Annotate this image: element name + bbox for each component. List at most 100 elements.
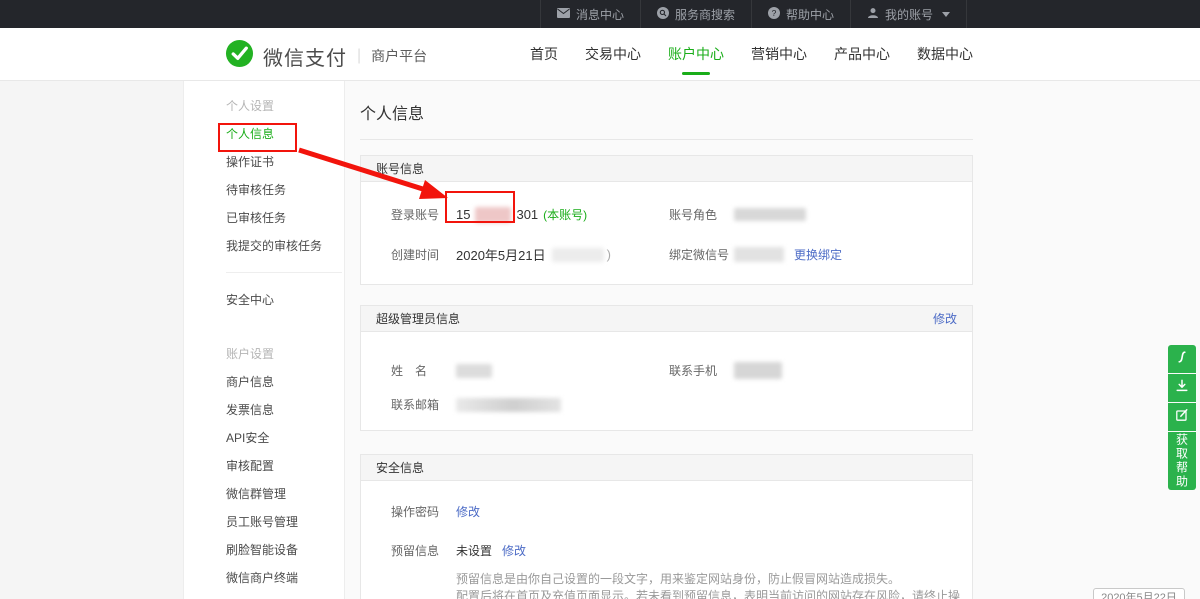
operation-password-label: 操作密码 [391,503,456,520]
sidebar-item-merchant-info[interactable]: 商户信息 [184,368,344,396]
created-time-label: 创建时间 [391,246,456,263]
rebind-wechat-link[interactable]: 更换绑定 [794,246,842,263]
login-account-prefix: 15 [456,207,470,222]
sidebar-item-review-config[interactable]: 审核配置 [184,452,344,480]
created-date: 2020年5月21日 [456,245,546,264]
login-account-suffix: 301 [516,207,538,222]
reserved-info-description: 预留信息是由你自己设置的一段文字，用来鉴定网站身份，防止假冒网站造成损失。 配置… [456,571,972,599]
sidebar-item-personal-info[interactable]: 个人信息 [184,120,344,148]
brand-separator: | [357,47,361,65]
topbar-item-label: 服务商搜索 [675,6,735,23]
sidebar-item-wechat-group-management[interactable]: 微信群管理 [184,480,344,508]
redacted-account-role [734,208,806,221]
account-info-card: 账号信息 登录账号 15 301 (本账号) [360,155,973,285]
sidebar-item-operation-certificate[interactable]: 操作证书 [184,148,344,176]
chevron-down-icon [942,12,950,17]
utility-topbar: 消息中心 服务商搜索 ? 帮助中心 我的账号 [0,0,1200,28]
created-time-value: 2020年5月21日 ) [456,245,611,264]
wechat-pay-logo-icon [225,39,254,73]
svg-text:?: ? [772,8,777,18]
wechat-pay-merchant-platform-page: 消息中心 服务商搜索 ? 帮助中心 我的账号 微信支付 [0,0,1200,599]
modify-reserved-info-link[interactable]: 修改 [502,542,526,559]
floating-toolbar: 获取帮助 [1168,345,1196,490]
envelope-icon [557,7,570,21]
topbar-item-label: 我的账号 [885,6,933,23]
user-icon [867,7,879,22]
contact-email-label: 联系邮箱 [391,396,456,413]
reserved-info-label: 预留信息 [391,542,456,559]
contact-phone-label: 联系手机 [669,362,734,379]
section-title: 超级管理员信息 [376,310,460,327]
main-header: 微信支付 | 商户平台 首页 交易中心 账户中心 营销中心 产品中心 数据中心 [0,28,1200,81]
modify-admin-link[interactable]: 修改 [933,310,957,327]
login-account-value: 15 301 [456,207,538,223]
admin-name-label: 姓 名 [391,362,456,379]
search-circle-icon [657,7,669,22]
topbar-item-label: 帮助中心 [786,6,834,23]
get-help-button[interactable]: 获取帮助 [1168,432,1196,490]
sidebar-group-personal-settings: 个人设置 [184,92,344,120]
redacted-login-digits [475,207,511,223]
reserved-info-value: 未设置 [456,542,492,559]
nav-item-product-center[interactable]: 产品中心 [834,28,890,80]
super-admin-card: 超级管理员信息 修改 姓 名 联系手机 [360,305,973,431]
feedback-button[interactable] [1168,403,1196,431]
sidebar-divider [226,272,342,273]
sidebar-item-face-smart-device[interactable]: 刷脸智能设备 [184,536,344,564]
nav-item-marketing-center[interactable]: 营销中心 [751,28,807,80]
redacted-contact-email [456,398,561,412]
brand[interactable]: 微信支付 | 商户平台 [225,39,427,73]
brand-name: 微信支付 [263,42,347,71]
topbar-item-message-center[interactable]: 消息中心 [540,0,640,28]
title-divider [360,139,973,140]
current-account-tag: (本账号) [543,206,587,223]
super-admin-card-header: 超级管理员信息 修改 [361,306,972,332]
nav-item-home[interactable]: 首页 [530,28,558,80]
nav-item-account-center[interactable]: 账户中心 [668,28,724,80]
redacted-created-time [552,248,604,262]
topbar-item-help-center[interactable]: ? 帮助中心 [751,0,850,28]
download-icon [1174,378,1190,399]
sidebar-item-wechat-merchant-terminal[interactable]: 微信商户终端 [184,564,344,592]
link-button[interactable] [1168,345,1196,373]
redacted-contact-phone [734,362,782,379]
nav-item-transaction-center[interactable]: 交易中心 [585,28,641,80]
redacted-admin-name [456,364,492,378]
nav-item-data-center[interactable]: 数据中心 [917,28,973,80]
question-circle-icon: ? [768,7,780,22]
link-icon [1174,349,1190,370]
download-button[interactable] [1168,374,1196,402]
brand-platform-label: 商户平台 [371,46,427,66]
topbar-item-my-account[interactable]: 我的账号 [850,0,967,28]
main-content: 个人信息 账号信息 登录账号 15 301 [345,80,1200,599]
sidebar-item-pending-review-tasks[interactable]: 待审核任务 [184,176,344,204]
login-account-label: 登录账号 [391,206,456,223]
description-line: 配置后将在首页及充值页面显示。若未看到预留信息，表明当前访问的网站存在风险，请终… [456,588,972,599]
bound-wechat-label: 绑定微信号 [669,246,734,263]
created-paren: ) [607,247,611,262]
sidebar-group-account-settings: 账户设置 [184,340,344,368]
description-line: 预留信息是由你自己设置的一段文字，用来鉴定网站身份，防止假冒网站造成损失。 [456,571,972,588]
modify-password-link[interactable]: 修改 [456,503,480,520]
sidebar-item-staff-account-management[interactable]: 员工账号管理 [184,508,344,536]
security-info-card: 安全信息 操作密码 修改 预留信息 未设置 修改 [360,454,973,599]
page-title: 个人信息 [360,80,973,124]
edit-icon [1174,407,1190,428]
account-info-card-header: 账号信息 [361,156,972,182]
account-role-label: 账号角色 [669,206,734,223]
sidebar-item-my-submitted-tasks[interactable]: 我提交的审核任务 [184,232,344,260]
security-info-card-header: 安全信息 [361,455,972,481]
sidebar-item-invoice-info[interactable]: 发票信息 [184,396,344,424]
sidebar-item-reviewed-tasks[interactable]: 已审核任务 [184,204,344,232]
primary-nav: 首页 交易中心 账户中心 营销中心 产品中心 数据中心 [530,28,973,80]
sidebar-item-security-center[interactable]: 安全中心 [184,286,344,314]
footer-date-badge: 2020年5月22日 [1093,588,1185,599]
sidebar-spacer [184,314,344,340]
sidebar: 个人设置 个人信息 操作证书 待审核任务 已审核任务 我提交的审核任务 安全中心… [183,80,345,599]
section-title: 账号信息 [376,160,424,177]
sidebar-item-api-security[interactable]: API安全 [184,424,344,452]
section-title: 安全信息 [376,459,424,476]
topbar-item-sp-search[interactable]: 服务商搜索 [640,0,751,28]
redacted-wechat-id [734,247,784,262]
topbar-item-label: 消息中心 [576,6,624,23]
